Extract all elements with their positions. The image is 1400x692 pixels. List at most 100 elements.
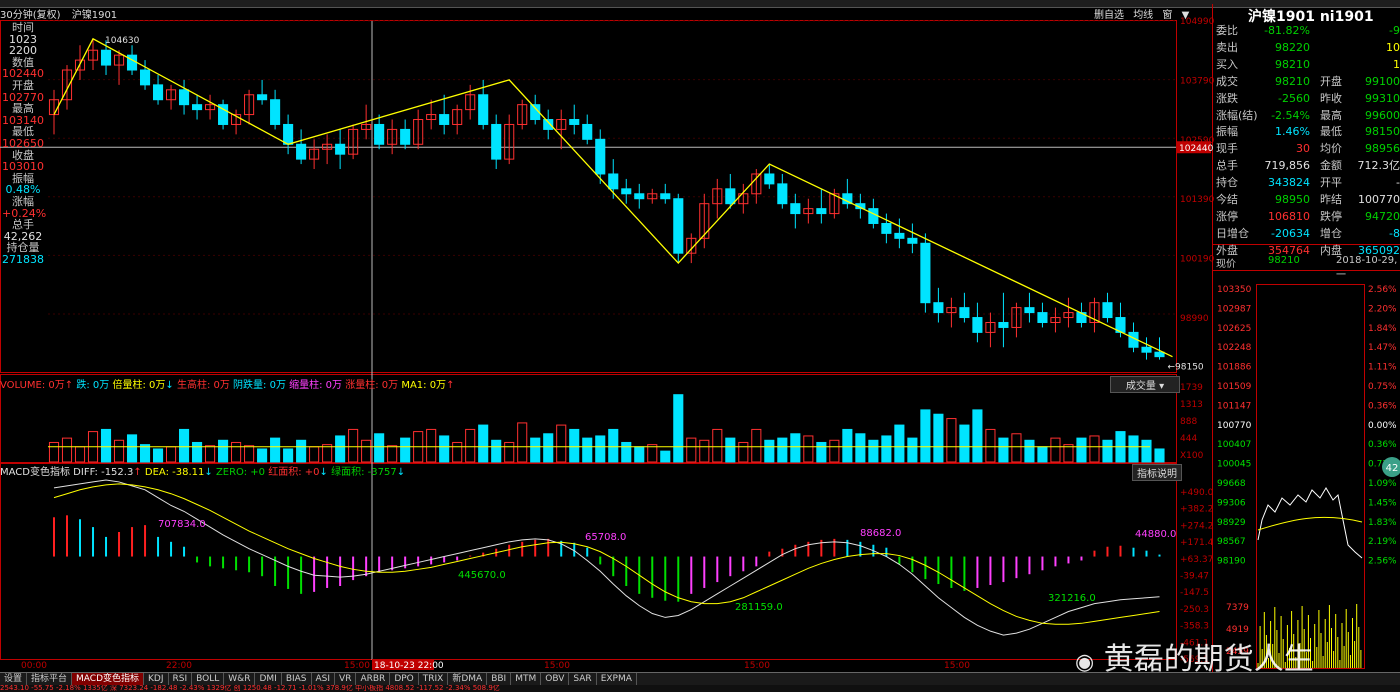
macd-legend-item: 红面积: +0 <box>265 467 320 478</box>
volume-bar <box>465 428 476 463</box>
indicator-tab[interactable]: KDJ <box>144 673 169 685</box>
volume-bar <box>439 435 450 463</box>
indicator-tab[interactable]: 新DMA <box>448 673 488 685</box>
indicator-tab[interactable]: MACD变色指标 <box>72 673 145 685</box>
indicator-tab[interactable]: RSI <box>169 673 193 685</box>
candle-body <box>270 99 281 125</box>
info-value-10: 271838 <box>2 252 44 266</box>
candle-body <box>660 193 671 200</box>
volume-bar <box>296 439 307 463</box>
volume-legend-item: ↑ <box>446 380 455 391</box>
volume-bar <box>126 434 138 463</box>
indicator-tab[interactable]: BOLL <box>192 673 225 685</box>
quote-value-2: - <box>1396 176 1400 190</box>
volume-bar <box>569 428 580 463</box>
indicator-tab[interactable]: W&R <box>224 673 256 685</box>
volume-legend-item: 涨量柱: 0万 <box>342 380 399 391</box>
candle-body <box>335 143 346 155</box>
volume-bar <box>582 437 593 463</box>
price-tick-label: 98990 <box>1180 314 1209 324</box>
macd-legend: MACD变色指标 DIFF: -152.3↑ DEA: -38.11↓ ZERO… <box>0 463 405 478</box>
quote-row: 现手 30 均价 98956 <box>1216 141 1400 157</box>
quote-label-2: 跌停 <box>1320 209 1342 223</box>
volume-tick-label: 888 <box>1180 417 1197 427</box>
quote-value-2: 712.3亿 <box>1357 159 1400 173</box>
macd-dea-line <box>53 483 1160 625</box>
volume-bar <box>946 418 957 463</box>
macd-legend-item: DEA: -38.11 <box>141 467 205 478</box>
volume-bar <box>608 428 619 463</box>
mini-right-tick: 0.00% <box>1368 421 1397 431</box>
indicator-tab[interactable]: ASI <box>312 673 336 685</box>
mini-badge-label: 42 <box>1386 463 1399 474</box>
volume-legend-item: 生高柱: 0万 <box>173 380 230 391</box>
indicator-tab[interactable]: DMI <box>255 673 282 685</box>
macd-tick-label: -250.3 <box>1180 605 1209 615</box>
quote-label-2: 开平 <box>1320 176 1342 190</box>
indicator-tab[interactable]: TRIX <box>419 673 449 685</box>
volume-bar <box>218 439 229 463</box>
time-axis-label: 15:00 <box>944 661 970 671</box>
volume-bar <box>517 422 528 463</box>
quote-row: 涨跌 -2560 昨收 99310 <box>1216 91 1400 107</box>
quote-value-2: 98150 <box>1365 125 1400 139</box>
volume-bar <box>387 445 398 463</box>
indicator-tab[interactable]: 设置 <box>0 673 28 685</box>
price-tick-label: 104990 <box>1180 17 1215 27</box>
mini-right-tick: 0.36% <box>1368 440 1397 450</box>
macd-legend-item: ↓ <box>204 467 213 478</box>
indicator-tab[interactable]: BBI <box>487 673 512 685</box>
indicator-tab[interactable]: OBV <box>541 673 570 685</box>
quote-value-2: 99100 <box>1365 74 1400 88</box>
volume-bar <box>985 428 996 463</box>
mini-left-tick: 100770 <box>1217 421 1252 431</box>
indicator-tab[interactable]: EXPMA <box>597 673 637 685</box>
indicator-tab[interactable]: SAR <box>569 673 597 685</box>
crosshair-time-label: 18-10-23 22:00 <box>374 661 444 671</box>
volume-legend-item: ↑ <box>64 380 74 391</box>
candle-body <box>608 173 619 190</box>
candle-body <box>139 69 151 86</box>
quote-value: -20634 <box>1271 226 1310 240</box>
volume-bar <box>283 448 294 463</box>
indicator-tab[interactable]: VR <box>335 673 357 685</box>
indicator-tab[interactable]: MTM <box>511 673 542 685</box>
volume-bar <box>100 428 112 463</box>
macd-tick-label: -147.5 <box>1180 588 1209 598</box>
indicator-tab[interactable]: ARBR <box>356 673 391 685</box>
mini-right-tick: 1.84% <box>1368 324 1397 334</box>
candle-body <box>1102 302 1113 319</box>
volume-bar <box>361 439 372 463</box>
indicator-help-button[interactable]: 指标说明 <box>1132 464 1182 481</box>
mini-date: 2018-10-29,一 <box>1336 255 1398 281</box>
indicator-tab[interactable]: BIAS <box>282 673 312 685</box>
candle-body <box>959 307 970 319</box>
mini-price-label: 现价 <box>1216 259 1236 270</box>
quote-value-2: -9 <box>1389 24 1400 37</box>
mini-average-line <box>1257 516 1363 531</box>
watermark-text: 黄磊的期货人生 <box>1103 642 1314 677</box>
volume-legend-item: 倍量柱: 0万 <box>109 380 166 391</box>
indicator-tab[interactable]: DPO <box>390 673 419 685</box>
quote-label-2: 最低 <box>1320 125 1342 139</box>
volume-bar <box>803 435 814 463</box>
volume-bar <box>426 428 437 463</box>
candle-body <box>881 222 892 234</box>
indicator-tab[interactable]: 指标平台 <box>27 673 73 685</box>
volume-bar <box>1037 446 1048 463</box>
candle-body <box>907 237 918 244</box>
volume-bar <box>634 446 645 463</box>
main-chart-svg[interactable]: 1049901037901025901013901001909899010244… <box>0 0 1400 692</box>
volume-bar <box>777 437 788 463</box>
volume-bar <box>1024 439 1035 463</box>
quote-row: 买入 98210 1 <box>1216 57 1400 73</box>
quote-value: 1.46% <box>1275 125 1310 139</box>
volume-bar <box>1154 448 1165 463</box>
info-label-3: 开盘 <box>12 78 34 92</box>
volume-bar <box>231 441 242 463</box>
volume-indicator-button[interactable]: 成交量 ▾ <box>1110 376 1180 393</box>
quote-value-2: 94720 <box>1365 209 1400 223</box>
crosshair-price-label: 102440 <box>1179 144 1214 154</box>
mini-right-tick: 1.09% <box>1368 479 1397 489</box>
quote-label-2: 金额 <box>1320 159 1342 173</box>
